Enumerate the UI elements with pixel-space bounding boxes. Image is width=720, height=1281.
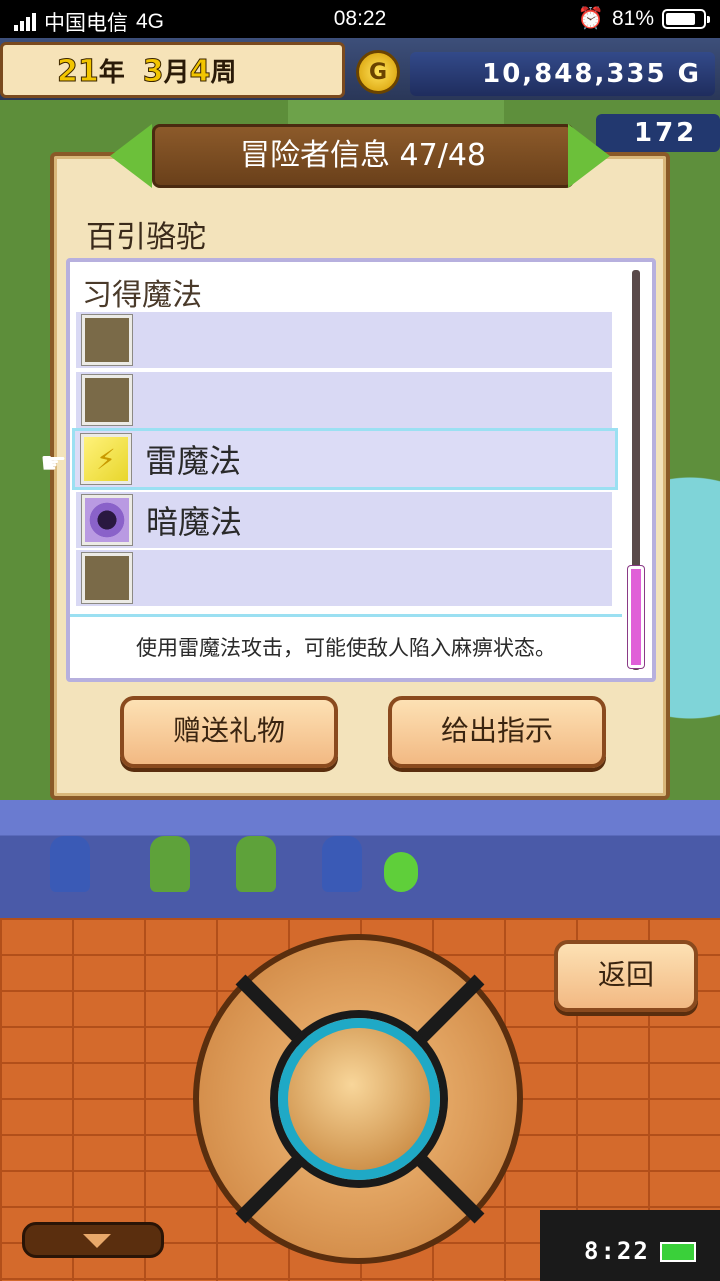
dialog-title: 冒险者信息 47/48 xyxy=(152,124,574,188)
status-bar: 中国电信 4G 08:22 ⏰ 81% xyxy=(0,0,720,38)
give-gift-button[interactable]: 赠送礼物 xyxy=(120,696,338,768)
dark-vortex-icon xyxy=(82,495,132,545)
party-member-sprite xyxy=(50,836,90,892)
game-clock: 8:22 xyxy=(584,1237,650,1265)
year-unit: 年 xyxy=(98,57,125,88)
magic-description: 使用雷魔法攻击，可能使敌人陷入麻痹状态。 xyxy=(70,614,622,678)
party-member-sprite xyxy=(150,836,190,892)
battery-icon xyxy=(662,9,710,29)
back-button[interactable]: 返回 xyxy=(554,940,698,1012)
hand-pointer-icon: ☛ xyxy=(40,446,67,481)
calendar-display: 21年 3月4周 xyxy=(0,42,345,98)
center-action-button[interactable] xyxy=(278,1018,440,1180)
month-unit: 月 xyxy=(163,57,190,88)
magic-slot-thunder[interactable]: ⚡ 雷魔法 xyxy=(72,428,618,490)
magic-slot-5[interactable] xyxy=(76,550,612,606)
party-member-sprite xyxy=(236,836,276,892)
month-value: 3 xyxy=(142,53,164,89)
prev-adventurer-arrow-icon[interactable] xyxy=(110,124,152,188)
empty-slot-icon xyxy=(82,315,132,365)
section-title: 习得魔法 xyxy=(82,278,202,313)
gold-coin-icon: G xyxy=(356,50,400,94)
scrollbar-thumb[interactable] xyxy=(628,566,644,668)
give-order-button[interactable]: 给出指示 xyxy=(388,696,606,768)
year-value: 21 xyxy=(57,53,100,89)
adventurer-name: 百引骆驼 xyxy=(86,220,206,255)
magic-label: 暗魔法 xyxy=(146,503,243,541)
status-right: ⏰ 81% xyxy=(577,7,710,31)
alarm-icon: ⏰ xyxy=(577,7,604,30)
magic-slot-2[interactable] xyxy=(76,372,612,428)
magic-slot-1[interactable] xyxy=(76,312,612,368)
battery-fill xyxy=(666,13,696,25)
party-member-sprite xyxy=(322,836,362,892)
magic-label: 雷魔法 xyxy=(145,442,242,480)
empty-slot-icon xyxy=(82,553,132,603)
empty-slot-icon xyxy=(82,375,132,425)
thunder-icon: ⚡ xyxy=(81,434,131,484)
menu-toggle-button[interactable] xyxy=(22,1222,164,1258)
gold-amount: 10,848,335 G xyxy=(410,52,715,96)
gem-count: 172 xyxy=(596,114,720,152)
magic-slot-dark[interactable]: 暗魔法 xyxy=(76,492,612,548)
slime-monster-sprite xyxy=(384,852,418,892)
week-unit: 周 xyxy=(210,57,237,88)
week-value: 4 xyxy=(189,53,211,89)
battery-percent: 81% xyxy=(611,7,654,30)
battery-icon-small xyxy=(660,1242,696,1262)
next-adventurer-arrow-icon[interactable] xyxy=(568,124,610,188)
